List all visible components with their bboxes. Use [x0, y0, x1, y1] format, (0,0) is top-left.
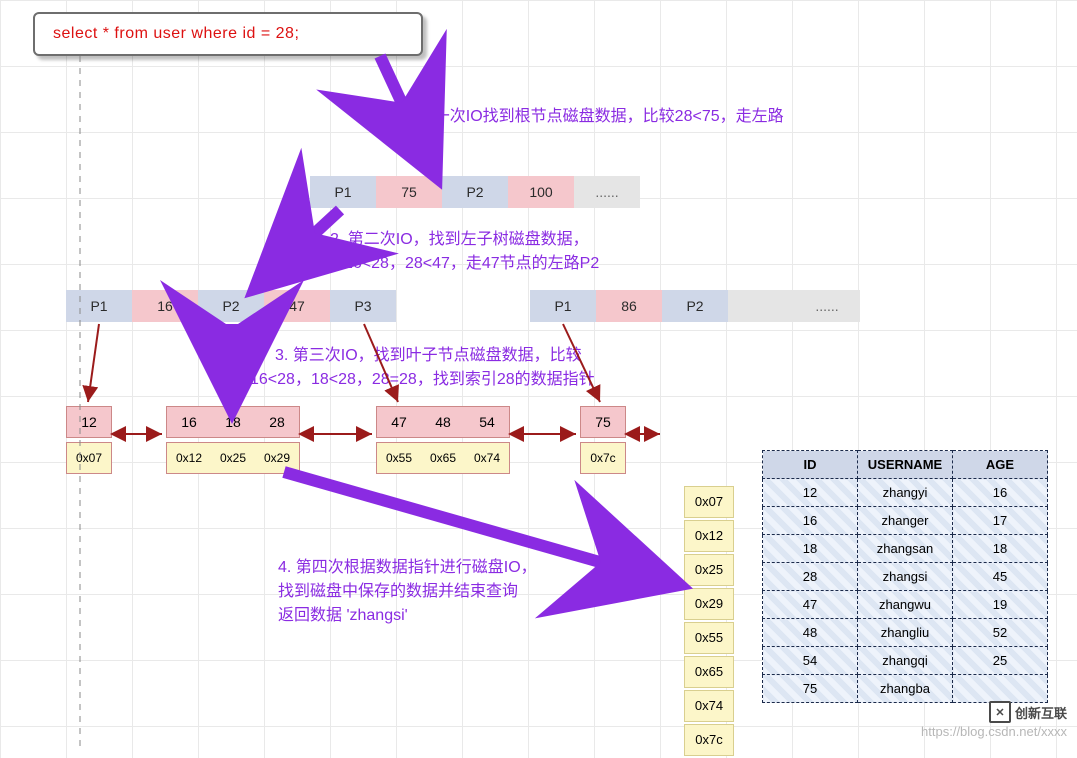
table-cell: zhangba: [858, 675, 953, 703]
table-row: 12zhangyi16: [763, 479, 1048, 507]
leaf1-p0: 0x12: [167, 443, 211, 473]
table-row: 54zhangqi25: [763, 647, 1048, 675]
mr-p1: P1: [530, 290, 596, 322]
root-k2: 100: [508, 176, 574, 208]
step3-annotation-a: 3. 第三次IO，找到叶子节点磁盘数据，比较: [275, 344, 582, 368]
table-cell: 75: [763, 675, 858, 703]
sql-query-box: select * from user where id = 28;: [33, 12, 423, 56]
table-cell: 54: [763, 647, 858, 675]
root-p2: P2: [442, 176, 508, 208]
mid-right-node: P1 86 P2 ......: [530, 290, 860, 322]
leaf1-p1: 0x25: [211, 443, 255, 473]
mr-empty: [728, 290, 794, 322]
table-cell: 47: [763, 591, 858, 619]
address-column: 0x07 0x12 0x25 0x29 0x55 0x65 0x74 0x7c: [684, 486, 734, 758]
ml-k1: 16: [132, 290, 198, 322]
mr-more: ......: [794, 290, 860, 322]
root-k1: 75: [376, 176, 442, 208]
leaf2-p0: 0x55: [377, 443, 421, 473]
leaf1-k1: 18: [211, 407, 255, 437]
result-table: ID USERNAME AGE 12zhangyi1616zhanger1718…: [762, 450, 1048, 703]
addr-7: 0x7c: [684, 724, 734, 756]
table-cell: zhangsi: [858, 563, 953, 591]
table-row: 28zhangsi45: [763, 563, 1048, 591]
addr-0: 0x07: [684, 486, 734, 518]
sql-text: select * from user where id = 28;: [53, 25, 299, 43]
table-cell: 19: [953, 591, 1048, 619]
leaf2-k2: 54: [465, 407, 509, 437]
leaf2-k1: 48: [421, 407, 465, 437]
mid-left-node: P1 16 P2 47 P3: [66, 290, 396, 322]
leaf2-p2: 0x74: [465, 443, 509, 473]
th-age: AGE: [953, 451, 1048, 479]
table-row: 75zhangba: [763, 675, 1048, 703]
leaf1-k2: 28: [255, 407, 299, 437]
addr-1: 0x12: [684, 520, 734, 552]
table-cell: 18: [763, 535, 858, 563]
step4-annotation-b: 找到磁盘中保存的数据并结束查询: [278, 580, 518, 604]
table-cell: 12: [763, 479, 858, 507]
step2-annotation-a: 2. 第二次IO，找到左子树磁盘数据，: [330, 228, 589, 252]
table-row: 16zhanger17: [763, 507, 1048, 535]
table-row: 47zhangwu19: [763, 591, 1048, 619]
ml-k2: 47: [264, 290, 330, 322]
table-row: 18zhangsan18: [763, 535, 1048, 563]
table-cell: zhanger: [858, 507, 953, 535]
mr-p2: P2: [662, 290, 728, 322]
addr-2: 0x25: [684, 554, 734, 586]
brand-logo: ✕ 创新互联: [989, 701, 1067, 723]
table-cell: 45: [953, 563, 1048, 591]
table-cell: 17: [953, 507, 1048, 535]
leaf-3: 75 0x7c: [580, 406, 626, 474]
step4-annotation-a: 4. 第四次根据数据指针进行磁盘IO，: [278, 556, 537, 580]
brand-text: 创新互联: [1015, 703, 1067, 722]
addr-5: 0x65: [684, 656, 734, 688]
leaf1-p2: 0x29: [255, 443, 299, 473]
brand-icon: ✕: [989, 701, 1011, 723]
root-more: ......: [574, 176, 640, 208]
ml-p1: P1: [66, 290, 132, 322]
ml-p3: P3: [330, 290, 396, 322]
table-cell: zhangqi: [858, 647, 953, 675]
mr-k1: 86: [596, 290, 662, 322]
leaf2-k0: 47: [377, 407, 421, 437]
th-id: ID: [763, 451, 858, 479]
table-cell: zhangsan: [858, 535, 953, 563]
addr-6: 0x74: [684, 690, 734, 722]
table-cell: zhangliu: [858, 619, 953, 647]
leaf3-p: 0x7c: [581, 443, 625, 473]
table-cell: 48: [763, 619, 858, 647]
table-cell: 16: [953, 479, 1048, 507]
watermark-url: https://blog.csdn.net/xxxx: [921, 724, 1067, 739]
leaf-2: 47 48 54 0x55 0x65 0x74: [376, 406, 510, 474]
table-cell: zhangwu: [858, 591, 953, 619]
table-cell: [953, 675, 1048, 703]
leaf-1: 16 18 28 0x12 0x25 0x29: [166, 406, 300, 474]
table-cell: 18: [953, 535, 1048, 563]
leaf2-p1: 0x65: [421, 443, 465, 473]
th-user: USERNAME: [858, 451, 953, 479]
table-cell: 52: [953, 619, 1048, 647]
addr-3: 0x29: [684, 588, 734, 620]
table-row: 48zhangliu52: [763, 619, 1048, 647]
leaf0-p: 0x07: [67, 443, 111, 473]
leaf-0: 12 0x07: [66, 406, 112, 474]
step2-annotation-b: 比较16<28，28<47，走47节点的左路P2: [312, 252, 599, 276]
addr-4: 0x55: [684, 622, 734, 654]
leaf3-k: 75: [581, 407, 625, 437]
table-cell: zhangyi: [858, 479, 953, 507]
table-cell: 16: [763, 507, 858, 535]
root-node: P1 75 P2 100 ......: [310, 176, 640, 208]
step3-annotation-b: 16<28，18<28，28=28，找到索引28的数据指针: [250, 368, 595, 392]
ml-p2: P2: [198, 290, 264, 322]
step1-annotation: 1. 第一次IO找到根节点磁盘数据，比较28<75，走左路: [400, 105, 784, 129]
root-p1: P1: [310, 176, 376, 208]
leaf1-k0: 16: [167, 407, 211, 437]
table-cell: 25: [953, 647, 1048, 675]
leaf0-k: 12: [67, 407, 111, 437]
table-cell: 28: [763, 563, 858, 591]
step4-annotation-c: 返回数据 'zhangsi': [278, 604, 408, 628]
